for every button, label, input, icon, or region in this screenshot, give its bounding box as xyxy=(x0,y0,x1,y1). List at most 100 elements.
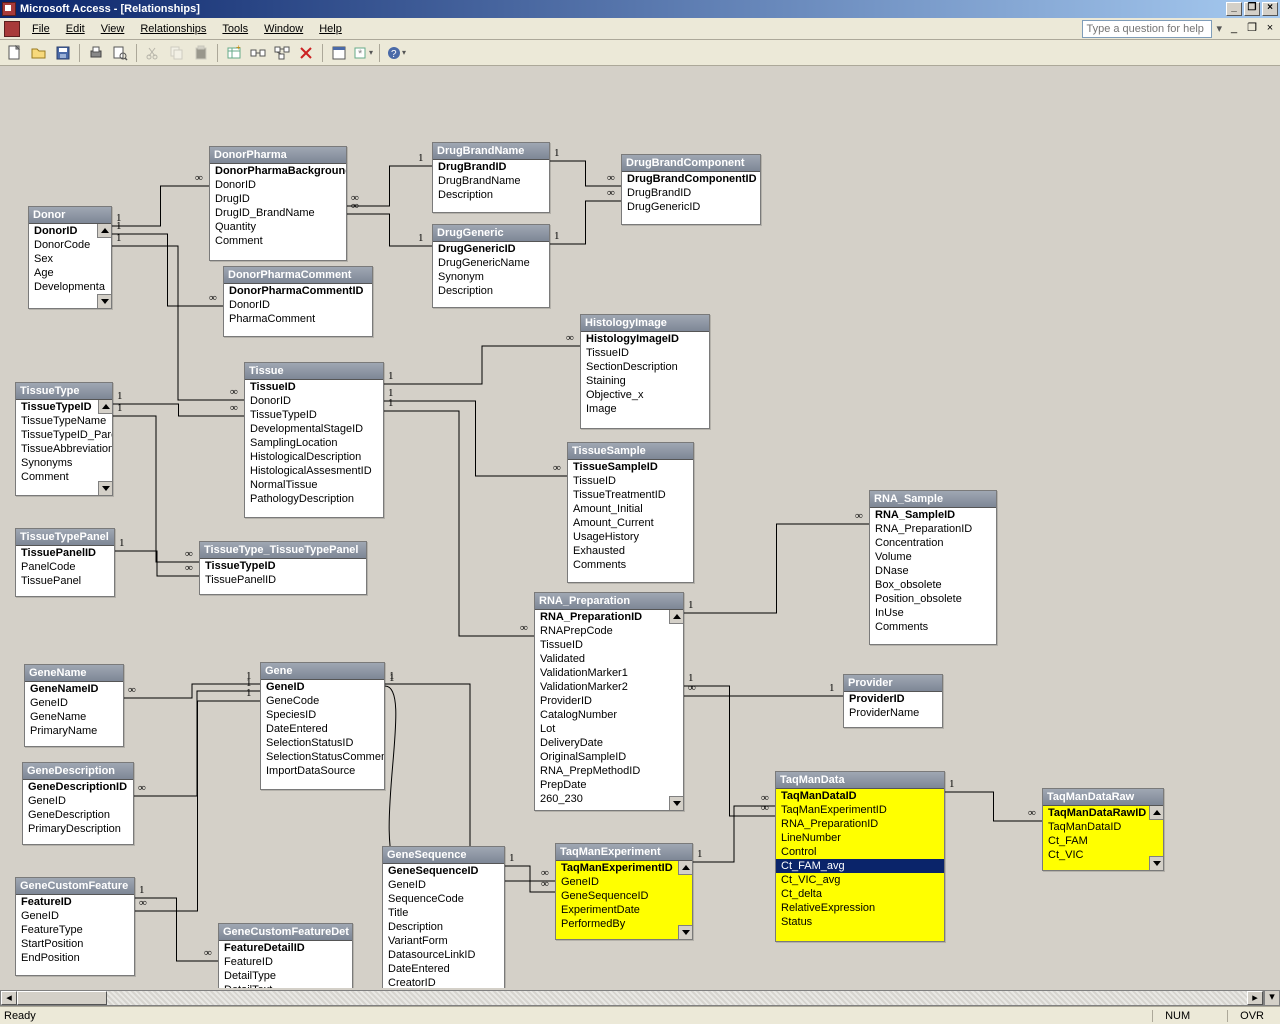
scroll-down-icon[interactable] xyxy=(1149,856,1163,870)
field-VariantForm[interactable]: VariantForm xyxy=(383,934,504,948)
delete-button[interactable] xyxy=(295,42,317,64)
table-GeneName[interactable]: GeneNameGeneNameIDGeneIDGeneNamePrimaryN… xyxy=(24,664,124,747)
field-PathologyDescription[interactable]: PathologyDescription xyxy=(245,492,383,506)
table-Tissue[interactable]: TissueTissueIDDonorIDTissueTypeIDDevelop… xyxy=(244,362,384,518)
field-ValidationMarker2[interactable]: ValidationMarker2 xyxy=(535,680,669,694)
field-DonorID[interactable]: DonorID xyxy=(29,224,97,238)
field-TaqManExperimentID[interactable]: TaqManExperimentID xyxy=(776,803,944,817)
field-Description[interactable]: Description xyxy=(383,920,504,934)
field-Staining[interactable]: Staining xyxy=(581,374,709,388)
field-TaqManDataRawID[interactable]: TaqManDataRawID xyxy=(1043,806,1149,820)
field-StartPosition[interactable]: StartPosition xyxy=(16,937,134,951)
menu-file[interactable]: File xyxy=(24,21,58,37)
field-PanelCode[interactable]: PanelCode xyxy=(16,560,114,574)
field-DetailType[interactable]: DetailType xyxy=(219,969,352,983)
scroll-down-icon[interactable] xyxy=(678,925,692,939)
field-Status[interactable]: Status xyxy=(776,915,944,929)
maximize-button[interactable]: ❐ xyxy=(1244,2,1260,16)
field-TissueID[interactable]: TissueID xyxy=(581,346,709,360)
menu-help[interactable]: Help xyxy=(311,21,350,37)
scroll-up-icon[interactable] xyxy=(678,861,692,875)
field-DrugBrandName[interactable]: DrugBrandName xyxy=(433,174,549,188)
field-Box_obsolete[interactable]: Box_obsolete xyxy=(870,578,996,592)
field-TissueTypeID[interactable]: TissueTypeID xyxy=(16,400,98,414)
field-RNA_PrepMethodID[interactable]: RNA_PrepMethodID xyxy=(535,764,669,778)
field-TissueAbbreviation[interactable]: TissueAbbreviation xyxy=(16,442,98,456)
menu-edit[interactable]: Edit xyxy=(58,21,93,37)
table-header[interactable]: TissueType xyxy=(16,383,112,400)
print-preview-button[interactable] xyxy=(109,42,131,64)
field-FeatureID[interactable]: FeatureID xyxy=(219,955,352,969)
open-button[interactable] xyxy=(28,42,50,64)
field-TaqManDataID[interactable]: TaqManDataID xyxy=(1043,820,1149,834)
field-DeliveryDate[interactable]: DeliveryDate xyxy=(535,736,669,750)
field-DatasourceLinkID[interactable]: DatasourceLinkID xyxy=(383,948,504,962)
close-button[interactable]: × xyxy=(1262,2,1278,16)
field-SelectionStatusCommen[interactable]: SelectionStatusCommen xyxy=(261,750,384,764)
menu-window[interactable]: Window xyxy=(256,21,311,37)
field-PerformedBy[interactable]: PerformedBy xyxy=(556,917,678,931)
table-header[interactable]: RNA_Sample xyxy=(870,491,996,508)
field-GeneSequenceID[interactable]: GeneSequenceID xyxy=(383,864,504,878)
mdi-restore-button[interactable]: ❐ xyxy=(1244,22,1260,36)
field-GeneID[interactable]: GeneID xyxy=(383,878,504,892)
help-search-input[interactable] xyxy=(1082,20,1212,38)
field-PharmaComment[interactable]: PharmaComment xyxy=(224,312,372,326)
field-FeatureType[interactable]: FeatureType xyxy=(16,923,134,937)
field-DonorCode[interactable]: DonorCode xyxy=(29,238,97,252)
field-PrepDate[interactable]: PrepDate xyxy=(535,778,669,792)
field-HistologicalAssesmentID[interactable]: HistologicalAssesmentID xyxy=(245,464,383,478)
table-header[interactable]: TissueType_TissueTypePanel xyxy=(200,542,366,559)
field-DonorID[interactable]: DonorID xyxy=(224,298,372,312)
field-Exhausted[interactable]: Exhausted xyxy=(568,544,693,558)
new-object-button[interactable]: *▾ xyxy=(352,42,374,64)
field-GeneID[interactable]: GeneID xyxy=(25,696,123,710)
field-ProviderName[interactable]: ProviderName xyxy=(844,706,942,720)
table-GeneCustomFeatureDetail[interactable]: GeneCustomFeatureDetFeatureDetailIDFeatu… xyxy=(218,923,353,988)
table-header[interactable]: RNA_Preparation xyxy=(535,593,683,610)
table-header[interactable]: DrugBrandComponent xyxy=(622,155,760,172)
field-SpeciesID[interactable]: SpeciesID xyxy=(261,708,384,722)
table-header[interactable]: Donor xyxy=(29,207,111,224)
field-Ct_VIC[interactable]: Ct_VIC xyxy=(1043,848,1149,862)
relationships-canvas[interactable]: 1∞1∞1∞∞1∞11∞1∞1∞1∞1∞1∞1∞1∞1∞∞11∞1∞1∞∞1∞1… xyxy=(0,66,1280,988)
field-RelativeExpression[interactable]: RelativeExpression xyxy=(776,901,944,915)
field-RNA_PreparationID[interactable]: RNA_PreparationID xyxy=(535,610,669,624)
table-DonorPharmaComment[interactable]: DonorPharmaCommentDonorPharmaCommentIDDo… xyxy=(223,266,373,337)
save-button[interactable] xyxy=(52,42,74,64)
field-SectionDescription[interactable]: SectionDescription xyxy=(581,360,709,374)
table-header[interactable]: GeneSequence xyxy=(383,847,504,864)
menu-tools[interactable]: Tools xyxy=(214,21,256,37)
field-Quantity[interactable]: Quantity xyxy=(210,220,346,234)
table-header[interactable]: GeneDescription xyxy=(23,763,133,780)
scroll-up-icon[interactable] xyxy=(98,400,112,414)
show-direct-button[interactable] xyxy=(247,42,269,64)
mdi-minimize-button[interactable]: _ xyxy=(1226,22,1242,36)
table-GeneSequence[interactable]: GeneSequenceGeneSequenceIDGeneIDSequence… xyxy=(382,846,505,988)
field-GeneID[interactable]: GeneID xyxy=(556,875,678,889)
field-RNA_SampleID[interactable]: RNA_SampleID xyxy=(870,508,996,522)
field-OriginalSampleID[interactable]: OriginalSampleID xyxy=(535,750,669,764)
field-GeneDescriptionID[interactable]: GeneDescriptionID xyxy=(23,780,133,794)
field-HistologicalDescription[interactable]: HistologicalDescription xyxy=(245,450,383,464)
field-Comments[interactable]: Comments xyxy=(568,558,693,572)
field-DonorID[interactable]: DonorID xyxy=(245,394,383,408)
field-TaqManDataID[interactable]: TaqManDataID xyxy=(776,789,944,803)
field-DateEntered[interactable]: DateEntered xyxy=(383,962,504,976)
field-Ct_FAM_avg[interactable]: Ct_FAM_avg xyxy=(776,859,944,873)
field-RNA_PreparationID[interactable]: RNA_PreparationID xyxy=(870,522,996,536)
field-RNA_PreparationID[interactable]: RNA_PreparationID xyxy=(776,817,944,831)
scroll-thumb[interactable] xyxy=(17,991,107,1005)
field-ValidationMarker1[interactable]: ValidationMarker1 xyxy=(535,666,669,680)
field-TissuePanelID[interactable]: TissuePanelID xyxy=(16,546,114,560)
table-header[interactable]: DonorPharmaComment xyxy=(224,267,372,284)
field-ProviderID[interactable]: ProviderID xyxy=(844,692,942,706)
print-button[interactable] xyxy=(85,42,107,64)
table-TaqManDataRaw[interactable]: TaqManDataRawTaqManDataRawIDTaqManDataID… xyxy=(1042,788,1164,871)
table-TissueType_TissueTypePanel[interactable]: TissueType_TissueTypePanelTissueTypeIDTi… xyxy=(199,541,367,595)
field-PrimaryName[interactable]: PrimaryName xyxy=(25,724,123,738)
field-GeneID[interactable]: GeneID xyxy=(261,680,384,694)
field-260_230[interactable]: 260_230 xyxy=(535,792,669,806)
table-RNA_Preparation[interactable]: RNA_PreparationRNA_PreparationIDRNAPrepC… xyxy=(534,592,684,811)
field-TaqManExperimentID[interactable]: TaqManExperimentID xyxy=(556,861,678,875)
